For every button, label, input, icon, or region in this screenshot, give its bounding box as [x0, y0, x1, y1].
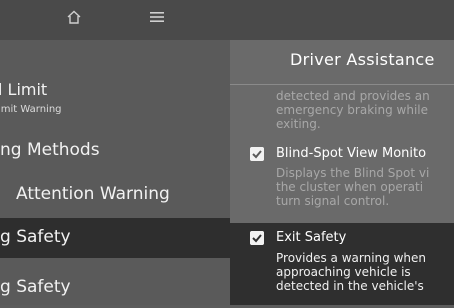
sidebar-item-parking-safety[interactable]: g Safety	[0, 218, 230, 258]
sidebar-item-warning-methods[interactable]: ng Methods	[0, 132, 230, 172]
sidebar-item-parking-safety-2[interactable]: g Safety	[0, 268, 230, 308]
sidebar-item-label: g Safety	[0, 227, 71, 247]
option-label: Blind-Spot View Monito	[276, 146, 427, 161]
checkbox-checked-icon[interactable]	[250, 147, 264, 161]
sidebar-item-driver-attention-warning[interactable]: Attention Warning	[0, 176, 230, 216]
top-bar	[0, 0, 454, 40]
sidebar-item-sublabel: imit Warning	[0, 104, 62, 115]
sidebar-item-label: g Safety	[0, 277, 71, 297]
sidebar-item-label: ng Methods	[0, 140, 100, 160]
panel-title: Driver Assistance	[290, 50, 435, 69]
option-description: detected in the vehicle's	[276, 279, 424, 293]
driver-assistance-panel: Driver Assistance detected and provides …	[230, 40, 454, 305]
option-description: Displays the Blind Spot vi	[276, 166, 430, 180]
intro-line: exiting.	[276, 117, 321, 131]
option-label: Exit Safety	[276, 230, 347, 245]
option-blind-spot-view-monitor[interactable]: Blind-Spot View Monito	[230, 144, 454, 166]
menu-icon[interactable]	[150, 11, 164, 23]
settings-sidebar: l Limit imit Warning ng Methods Attentio…	[0, 40, 230, 305]
option-exit-safety[interactable]: Exit Safety	[230, 228, 454, 250]
title-divider	[230, 84, 454, 85]
option-description: approaching vehicle is	[276, 265, 411, 279]
home-icon[interactable]	[66, 9, 82, 25]
sidebar-item-speed-limit[interactable]: l Limit imit Warning	[0, 74, 230, 122]
sidebar-item-label: l Limit	[0, 80, 48, 99]
option-description: Provides a warning when	[276, 251, 426, 265]
option-description: turn signal control.	[276, 194, 390, 208]
sidebar-item-label: Attention Warning	[16, 184, 170, 204]
intro-line: emergency braking while	[276, 103, 428, 117]
option-description: the cluster when operati	[276, 180, 424, 194]
checkbox-checked-icon[interactable]	[250, 231, 264, 245]
intro-line: detected and provides an	[276, 89, 430, 103]
